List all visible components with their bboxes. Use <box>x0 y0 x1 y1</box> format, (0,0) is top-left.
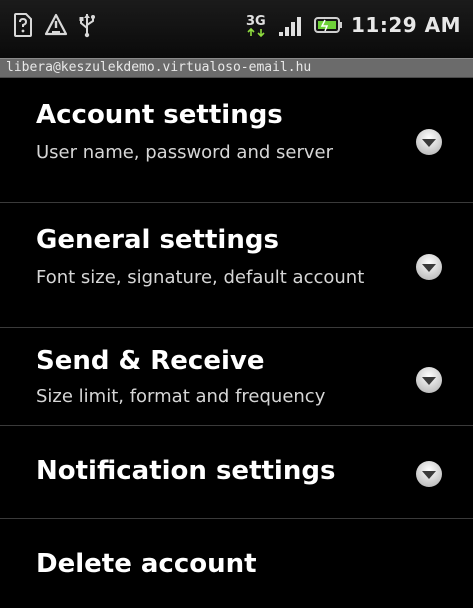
expand-chevron-icon <box>416 367 442 393</box>
status-left-icons <box>12 12 96 38</box>
settings-item-summary: Font size, signature, default account <box>36 267 365 288</box>
account-email: libera@keszulekdemo.virtualoso-email.hu <box>6 60 312 75</box>
settings-item-notification-settings[interactable]: Notification settings <box>0 426 473 519</box>
settings-item-send-receive[interactable]: Send & Receive Size limit, format and fr… <box>0 328 473 426</box>
usb-icon <box>78 12 96 38</box>
network-type-label: 3G <box>246 14 266 29</box>
settings-item-title: Account settings <box>36 100 283 130</box>
settings-item-summary: User name, password and server <box>36 142 333 163</box>
settings-item-delete-account[interactable]: Delete account <box>0 519 473 608</box>
expand-chevron-icon <box>416 254 442 280</box>
settings-item-general-settings[interactable]: General settings Font size, signature, d… <box>0 203 473 328</box>
account-email-bar: libera@keszulekdemo.virtualoso-email.hu <box>0 58 473 78</box>
expand-chevron-icon <box>416 461 442 487</box>
expand-chevron-icon <box>416 129 442 155</box>
signal-icon <box>277 12 305 38</box>
status-bar: 3G 11:29 AM <box>0 0 473 58</box>
settings-item-title: Delete account <box>36 549 257 579</box>
alert-triangle-icon <box>44 12 68 38</box>
settings-list: Account settings User name, password and… <box>0 78 473 608</box>
settings-item-summary: Size limit, format and frequency <box>36 386 326 407</box>
status-right-icons: 3G 11:29 AM <box>245 12 461 38</box>
sim-card-icon <box>12 12 34 38</box>
settings-item-title: Notification settings <box>36 456 336 486</box>
settings-item-title: General settings <box>36 225 279 255</box>
settings-item-account-settings[interactable]: Account settings User name, password and… <box>0 78 473 203</box>
battery-icon <box>313 12 343 38</box>
status-time: 11:29 AM <box>350 13 461 37</box>
settings-item-title: Send & Receive <box>36 346 265 376</box>
3g-icon: 3G <box>245 12 269 38</box>
